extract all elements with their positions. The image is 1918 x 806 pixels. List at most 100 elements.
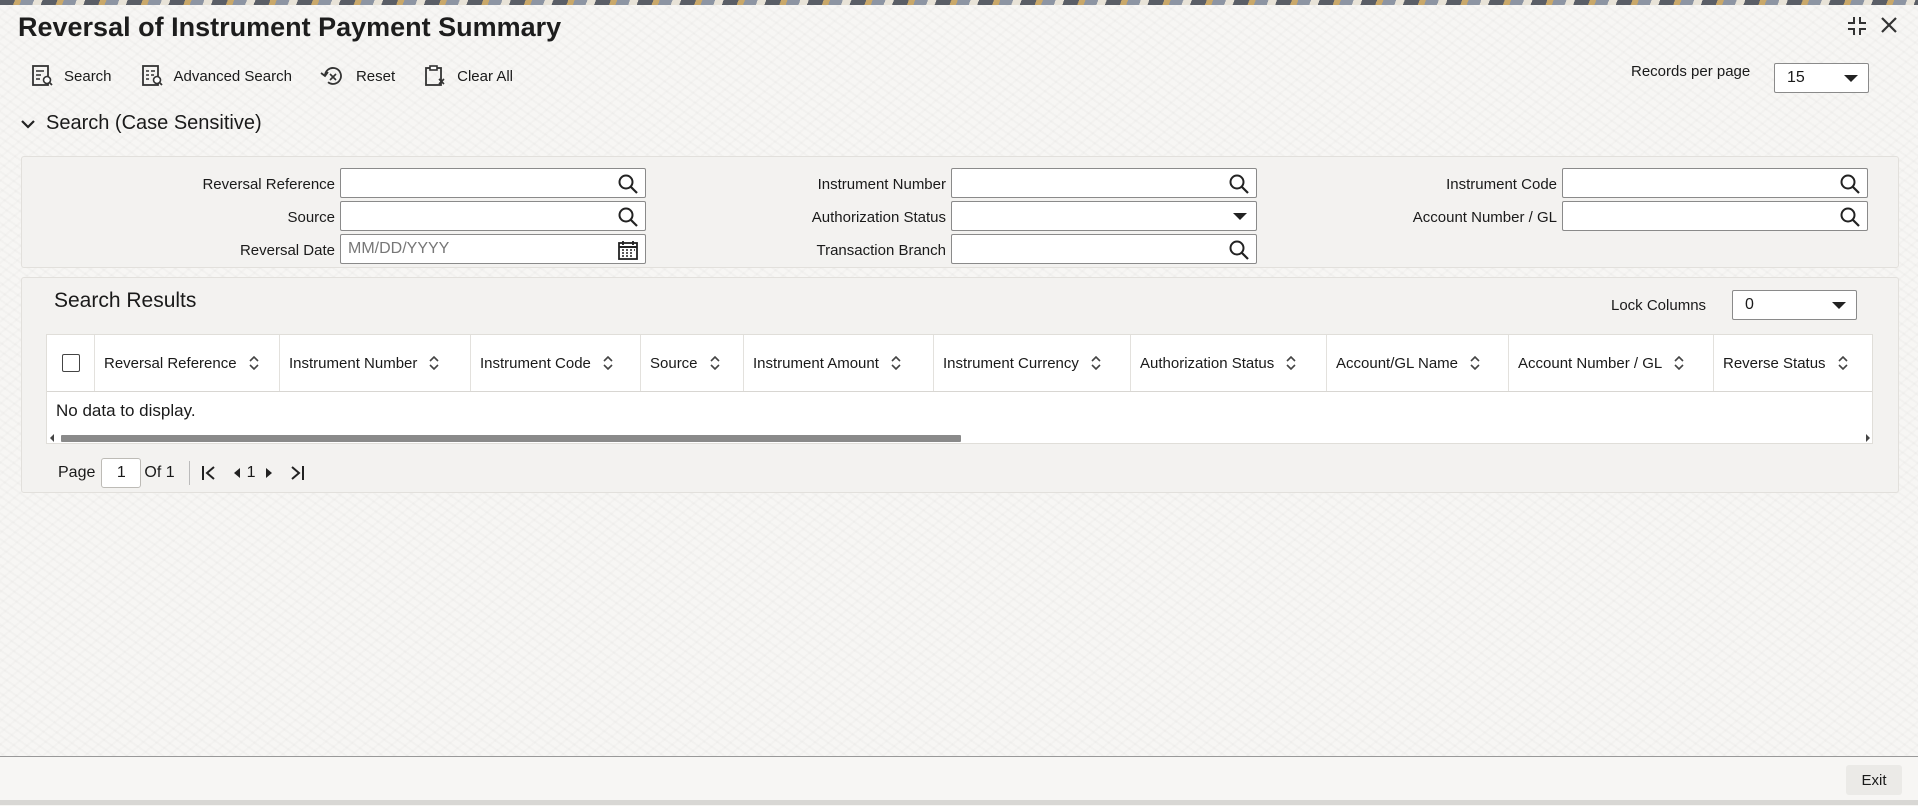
- advanced-search-button[interactable]: Advanced Search: [140, 62, 292, 90]
- previous-page-icon[interactable]: [232, 466, 242, 480]
- clipboard-clear-icon: [425, 65, 445, 86]
- current-page-value: 1: [116, 464, 126, 481]
- pagination-divider: [188, 461, 190, 485]
- footer-bottom-strip: [0, 800, 1918, 805]
- first-page-icon[interactable]: [200, 464, 218, 482]
- scroll-left-icon[interactable]: [49, 434, 55, 442]
- records-per-page-label: Records per page: [1631, 63, 1751, 80]
- page-number-input[interactable]: 1: [101, 458, 142, 488]
- reversal-reference-input[interactable]: [341, 169, 610, 197]
- clear-all-button-label: Clear All: [457, 67, 513, 85]
- table-header-row: Reversal Reference Instrument Number Ins…: [47, 335, 1872, 392]
- exit-button[interactable]: Exit: [1846, 765, 1902, 795]
- column-header-label: Source: [650, 354, 698, 372]
- column-header-label: Instrument Code: [480, 354, 591, 372]
- sort-icon[interactable]: [248, 356, 259, 370]
- reset-button-label: Reset: [355, 67, 396, 85]
- chevron-down-icon: [21, 119, 35, 129]
- instrument-number-field[interactable]: [951, 168, 1257, 198]
- footer-bar: Exit: [0, 756, 1918, 806]
- toolbar: Search Advanced Search Reset Clear All: [30, 62, 541, 90]
- select-all-cell: [47, 335, 95, 391]
- sort-icon[interactable]: [1470, 356, 1480, 370]
- chevron-down-icon: [1233, 213, 1247, 220]
- sort-icon[interactable]: [709, 356, 720, 370]
- authorization-status-select[interactable]: [951, 201, 1257, 231]
- sort-icon[interactable]: [429, 356, 439, 370]
- column-header-instrument-number[interactable]: Instrument Number: [280, 335, 471, 391]
- column-header-instrument-amount[interactable]: Instrument Amount: [744, 335, 934, 391]
- column-header-instrument-code[interactable]: Instrument Code: [471, 335, 641, 391]
- reversal-reference-field[interactable]: [340, 168, 646, 198]
- column-header-label: Authorization Status: [1140, 354, 1275, 372]
- column-header-authorization-status[interactable]: Authorization Status: [1131, 335, 1327, 391]
- reset-icon: [320, 67, 342, 85]
- column-header-instrument-currency[interactable]: Instrument Currency: [934, 335, 1131, 391]
- horizontal-scrollbar[interactable]: [47, 433, 1872, 443]
- search-button[interactable]: Search: [30, 62, 112, 90]
- lock-columns-value: 0: [1745, 296, 1754, 313]
- search-icon[interactable]: [1228, 173, 1250, 195]
- records-per-page-select[interactable]: 15: [1774, 63, 1869, 93]
- column-header-account-gl-name[interactable]: Account/GL Name: [1327, 335, 1509, 391]
- chevron-down-icon: [1844, 75, 1858, 82]
- search-section-title: Search (Case Sensitive): [46, 112, 262, 134]
- scroll-right-icon[interactable]: [1865, 434, 1871, 442]
- column-header-label: Instrument Amount: [753, 354, 879, 372]
- authorization-status-label: Authorization Status: [811, 209, 946, 226]
- column-header-label: Instrument Number: [289, 354, 418, 372]
- instrument-code-input[interactable]: [1563, 169, 1832, 197]
- sort-icon[interactable]: [603, 356, 613, 370]
- scrollbar-thumb[interactable]: [61, 435, 961, 442]
- reversal-reference-label: Reversal Reference: [202, 176, 335, 193]
- source-input[interactable]: [341, 202, 610, 230]
- reversal-date-input[interactable]: [341, 235, 610, 263]
- close-window-icon[interactable]: [1878, 14, 1900, 42]
- sort-icon[interactable]: [891, 356, 901, 370]
- lock-columns-select[interactable]: 0: [1732, 290, 1857, 320]
- instrument-number-label: Instrument Number: [817, 176, 946, 193]
- column-header-label: Reverse Status: [1723, 354, 1826, 372]
- reset-button[interactable]: Reset: [320, 62, 395, 90]
- exit-button-label: Exit: [1861, 771, 1887, 789]
- column-header-reversal-reference[interactable]: Reversal Reference: [95, 335, 280, 391]
- source-field[interactable]: [340, 201, 646, 231]
- column-header-reverse-status[interactable]: Reverse Status: [1714, 335, 1872, 391]
- minimize-window-icon[interactable]: [1845, 14, 1869, 44]
- column-header-account-number-gl[interactable]: Account Number / GL: [1509, 335, 1714, 391]
- sort-icon[interactable]: [1286, 356, 1296, 370]
- last-page-icon[interactable]: [288, 464, 306, 482]
- search-section-toggle[interactable]: Search (Case Sensitive): [20, 112, 262, 135]
- search-icon[interactable]: [1228, 239, 1250, 261]
- reversal-date-field[interactable]: [340, 234, 646, 264]
- clear-all-button[interactable]: Clear All: [423, 62, 513, 90]
- column-header-label: Instrument Currency: [943, 354, 1079, 372]
- advanced-search-icon: [141, 65, 163, 86]
- instrument-number-input[interactable]: [952, 169, 1221, 197]
- column-header-source[interactable]: Source: [641, 335, 744, 391]
- instrument-code-field[interactable]: [1562, 168, 1868, 198]
- search-icon[interactable]: [1839, 173, 1861, 195]
- select-all-checkbox[interactable]: [61, 354, 80, 372]
- sort-icon[interactable]: [1091, 356, 1101, 370]
- next-page-icon[interactable]: [264, 466, 274, 480]
- records-per-page-value: 15: [1787, 69, 1805, 86]
- search-list-icon: [32, 65, 53, 86]
- transaction-branch-field[interactable]: [951, 234, 1257, 264]
- search-icon[interactable]: [617, 173, 639, 195]
- page-label: Page: [58, 464, 96, 481]
- search-icon[interactable]: [1839, 206, 1861, 228]
- transaction-branch-input[interactable]: [952, 235, 1221, 263]
- account-number-gl-field[interactable]: [1562, 201, 1868, 231]
- calendar-icon[interactable]: [617, 239, 639, 261]
- header-decorative-strip: [0, 0, 1918, 5]
- account-number-gl-label: Account Number / GL: [1412, 209, 1557, 226]
- page-title: Reversal of Instrument Payment Summary: [18, 12, 562, 42]
- account-number-gl-input[interactable]: [1563, 202, 1832, 230]
- results-table: Reversal Reference Instrument Number Ins…: [46, 334, 1873, 444]
- page-number-link[interactable]: 1: [247, 464, 256, 482]
- search-icon[interactable]: [617, 206, 639, 228]
- sort-icon[interactable]: [1837, 356, 1848, 370]
- sort-icon[interactable]: [1674, 356, 1684, 370]
- reversal-date-label: Reversal Date: [239, 242, 335, 259]
